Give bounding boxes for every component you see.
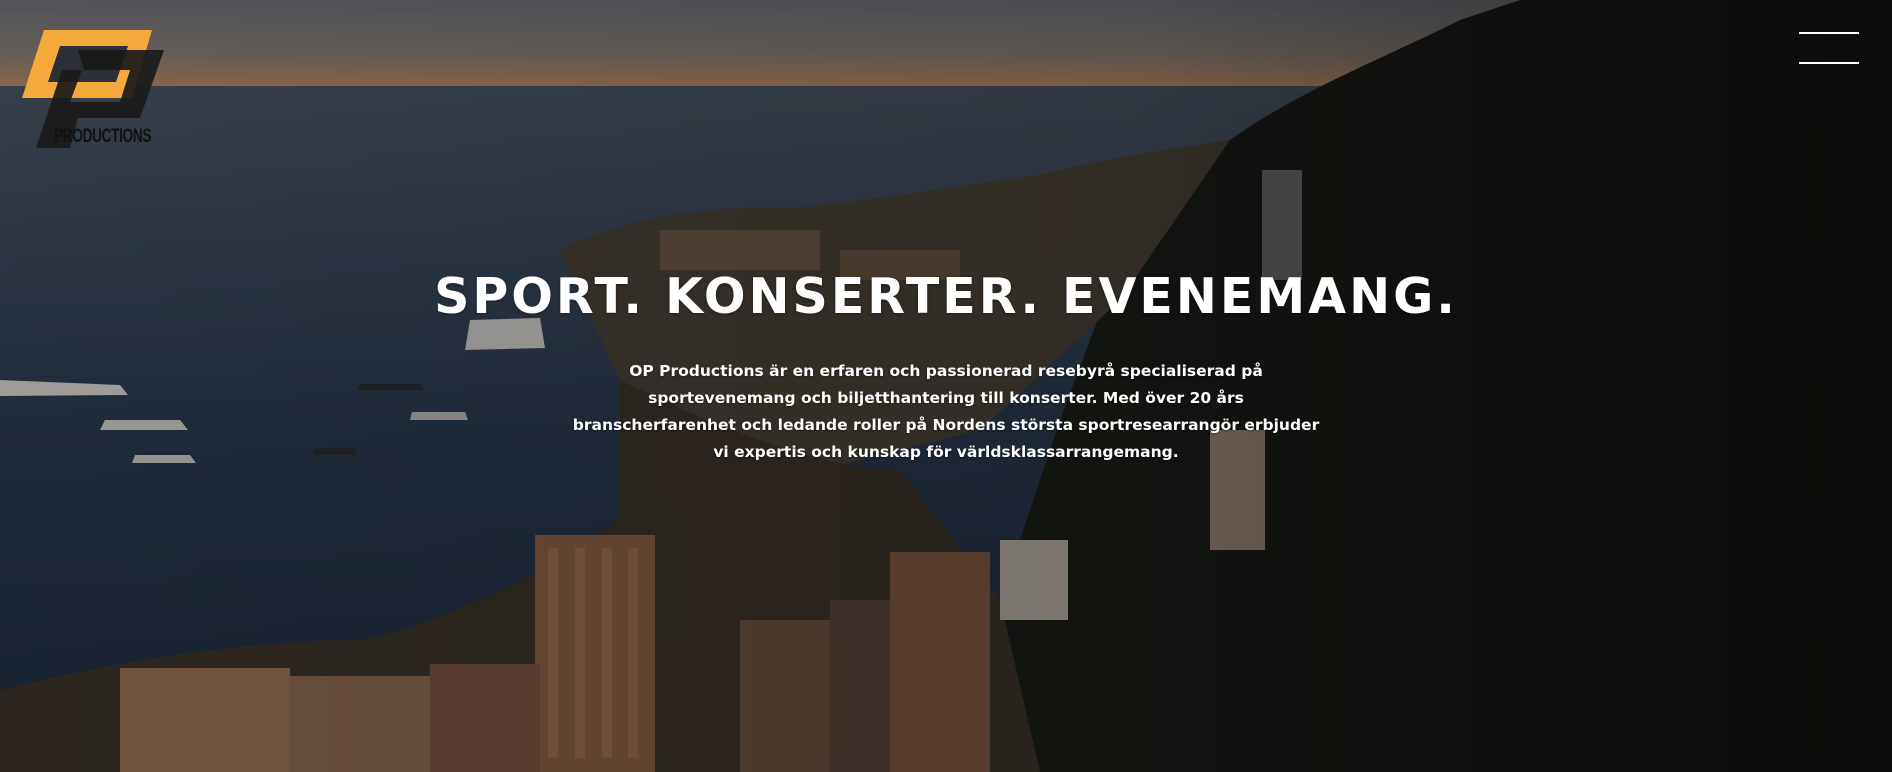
logo-wordmark: PRODUCTIONS bbox=[54, 126, 152, 147]
hamburger-menu-icon bbox=[1799, 32, 1859, 34]
op-productions-logo[interactable]: PRODUCTIONS bbox=[22, 30, 167, 152]
hero-headline: SPORT. KONSERTER. EVENEMANG. bbox=[434, 268, 1458, 325]
hero-intro-text: OP Productions är en erfaren och passion… bbox=[572, 362, 1320, 461]
hamburger-menu-button[interactable] bbox=[1796, 28, 1860, 68]
hamburger-menu-icon-line bbox=[1799, 62, 1859, 64]
hero-section: PRODUCTIONS SPORT. KONSERTER. EVENEMANG.… bbox=[0, 0, 1892, 772]
